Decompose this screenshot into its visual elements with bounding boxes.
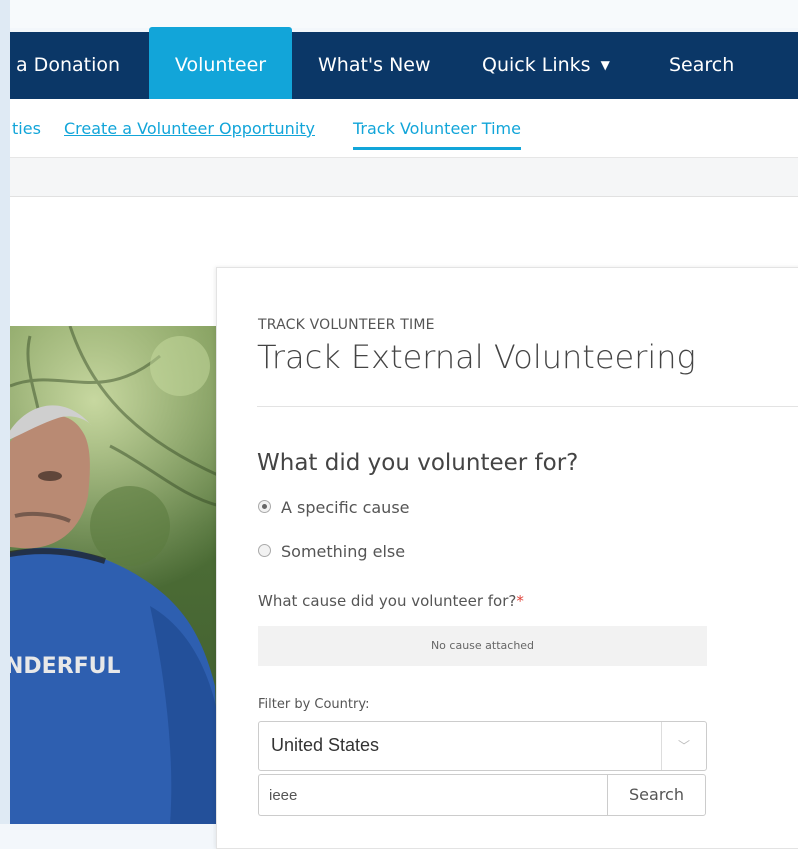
caret-down-icon: ▼ [600,58,610,72]
volunteer-question: What did you volunteer for? [257,450,579,476]
required-marker: * [516,592,524,610]
section-eyebrow: TRACK VOLUNTEER TIME [258,317,435,333]
top-bar [10,0,798,28]
country-select[interactable]: United States ﹀ [258,721,707,771]
radio-unselected-icon[interactable] [258,544,271,557]
shirt-text: NDERFUL [10,654,121,679]
nav-item-label: Search [669,54,735,76]
radio-selected-icon[interactable] [258,500,271,513]
cause-search-input[interactable] [258,774,608,816]
cause-field-label: What cause did you volunteer for?* [258,592,524,610]
nav-item-donation[interactable]: a Donation [16,32,120,99]
nav-item-label: Quick Links [482,54,591,76]
gray-band [10,158,798,197]
nav-item-label: What's New [318,54,431,76]
divider [257,406,798,407]
nav-item-search[interactable]: Search [669,32,734,99]
radio-label: A specific cause [281,498,410,517]
nav-item-volunteer[interactable]: Volunteer [149,27,292,99]
radio-label: Something else [281,542,406,561]
country-select-value: United States [271,735,380,755]
page-title: Track External Volunteering [257,338,696,376]
nav-item-quick-links[interactable]: Quick Links ▼ [482,32,610,99]
filter-country-label: Filter by Country: [258,697,370,712]
subnav-link-opportunities[interactable]: ties [12,119,41,138]
subnav-link-track-time[interactable]: Track Volunteer Time [353,119,521,150]
main-nav: a Donation Volunteer What's New Quick Li… [10,27,798,99]
volunteer-photo: NDERFUL [10,326,220,824]
track-volunteering-card: TRACK VOLUNTEER TIME Track External Volu… [216,267,798,849]
cause-label-text: What cause did you volunteer for? [258,592,517,610]
nav-item-label: Volunteer [174,54,267,76]
radio-option-something-else[interactable]: Something else [258,542,405,561]
nav-item-whats-new[interactable]: What's New [318,32,431,99]
search-button[interactable]: Search [607,774,706,816]
cause-display: No cause attached [258,626,707,666]
nav-item-label: a Donation [16,54,121,76]
sub-nav: ties Create a Volunteer Opportunity Trac… [10,99,798,158]
subnav-link-create-opportunity[interactable]: Create a Volunteer Opportunity [64,119,315,138]
chevron-down-icon[interactable]: ﹀ [661,722,706,770]
radio-option-specific-cause[interactable]: A specific cause [258,498,410,517]
left-edge-strip [0,0,10,824]
